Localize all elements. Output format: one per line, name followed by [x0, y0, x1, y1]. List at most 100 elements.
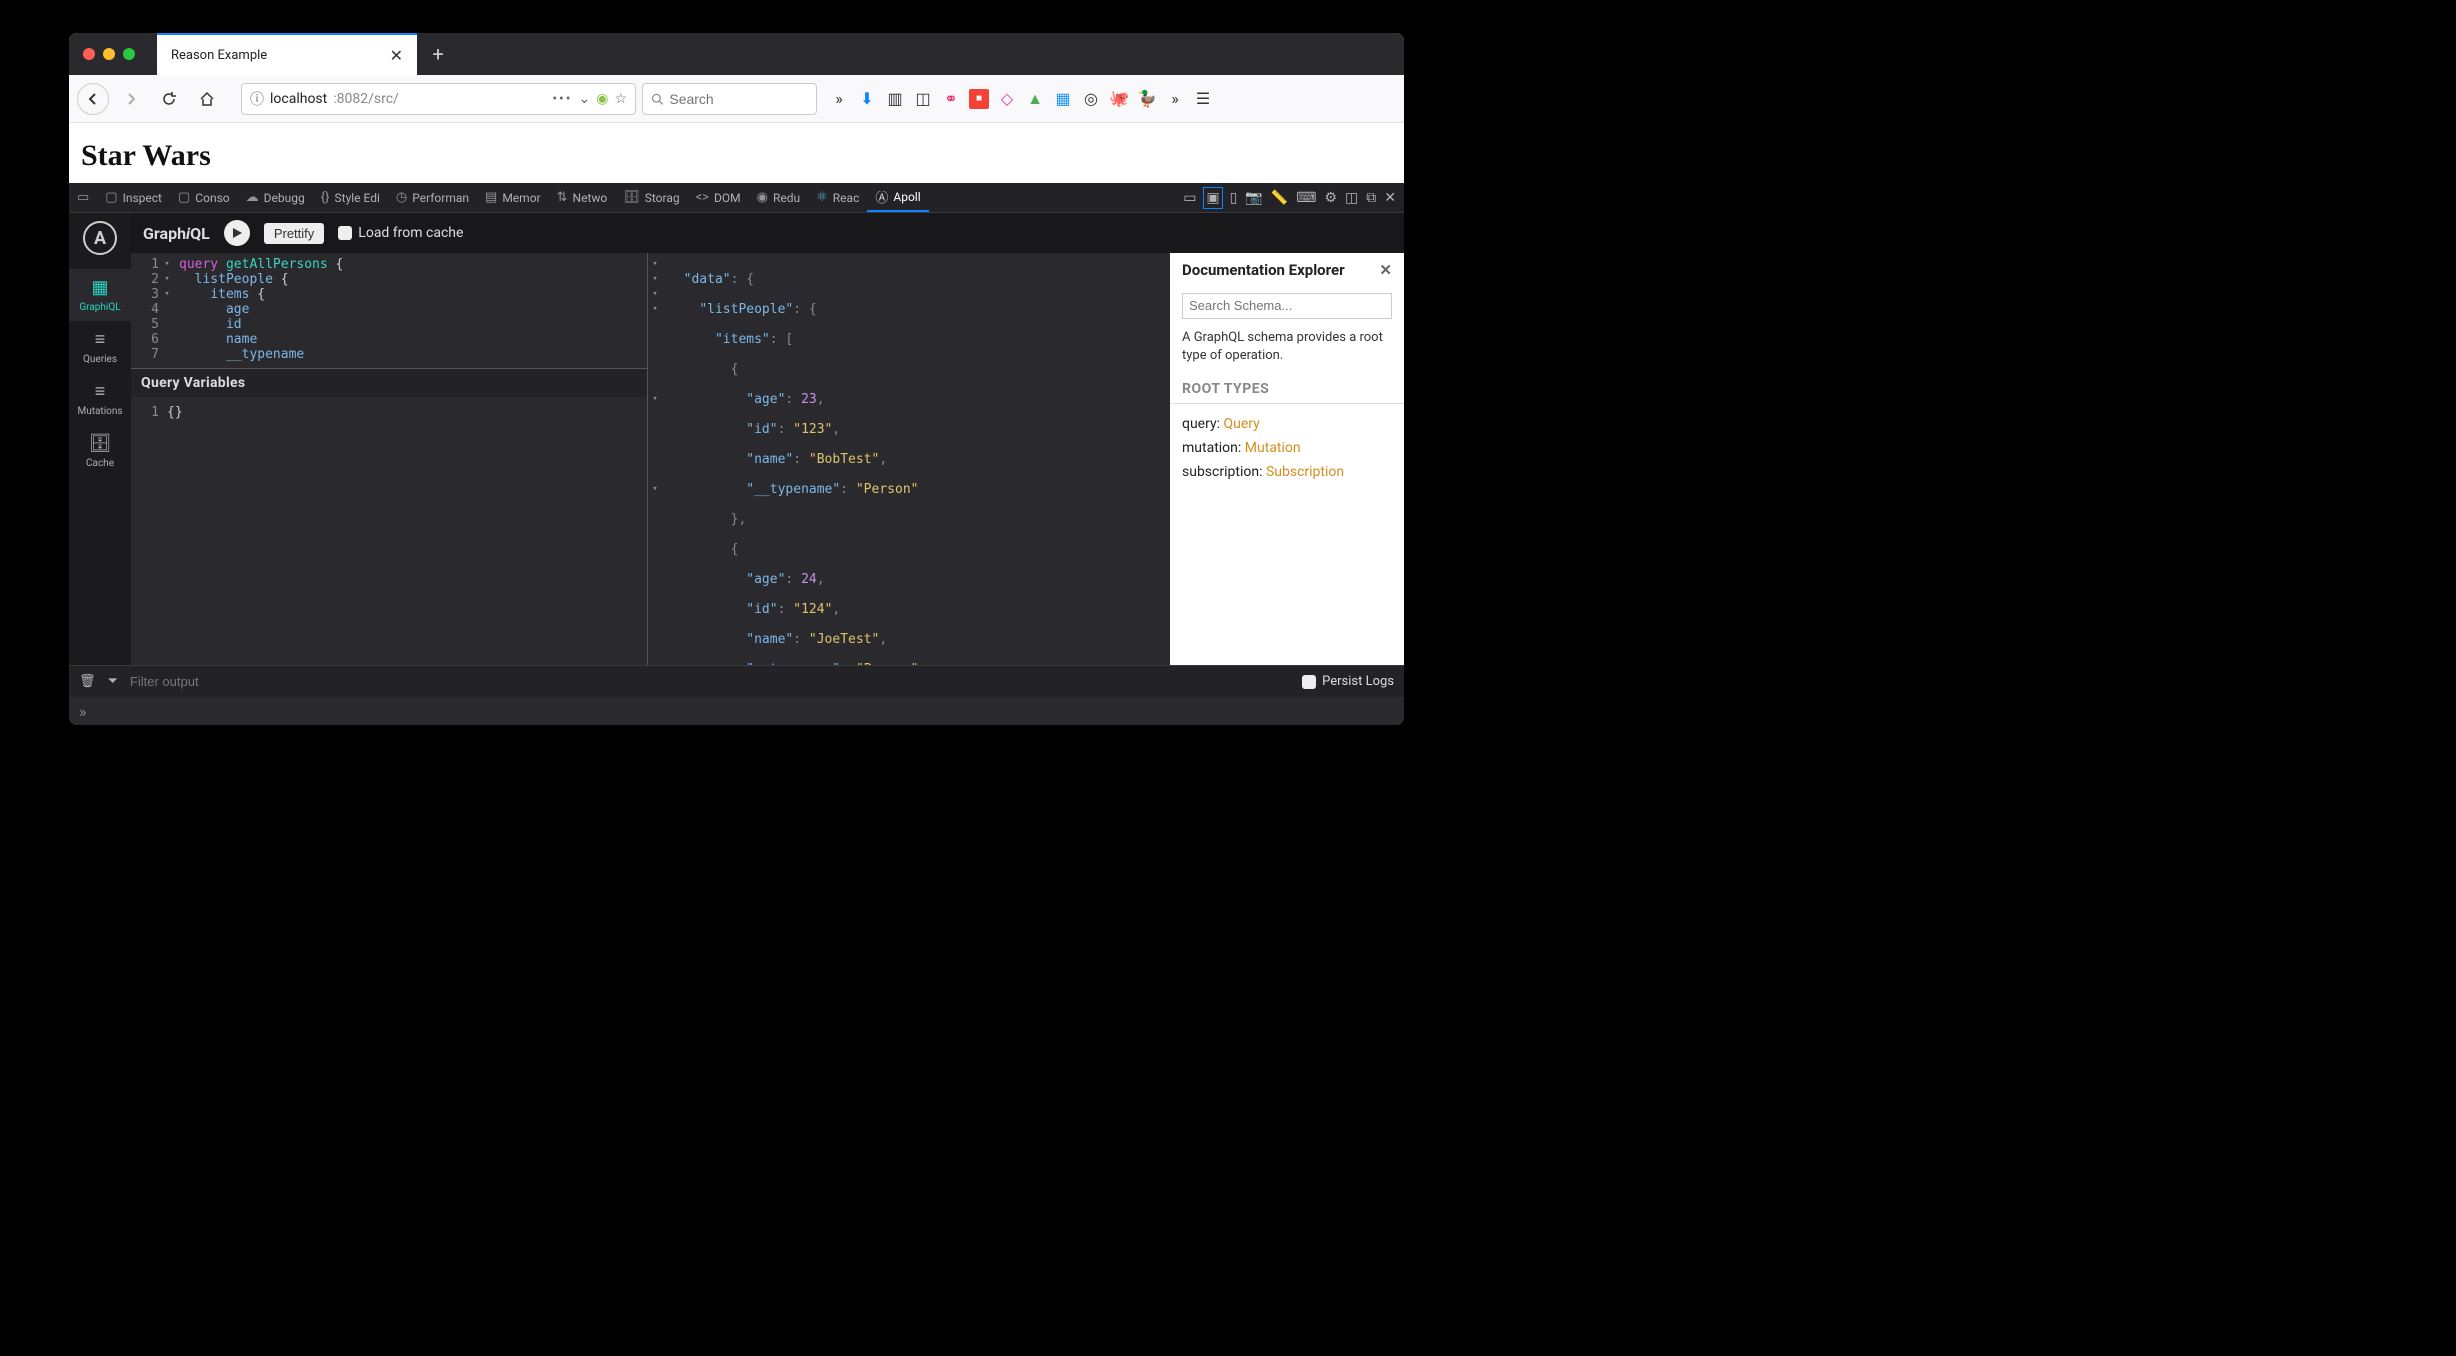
pick-element-icon[interactable]: ▭ — [69, 183, 97, 212]
load-from-cache-toggle[interactable]: Load from cache — [338, 225, 463, 241]
bookmark-star-icon[interactable]: ☆ — [614, 91, 627, 107]
devtools-tab-performance[interactable]: ◷Performan — [388, 183, 477, 212]
devtools-tab-apollo[interactable]: ⒶApoll — [867, 183, 928, 212]
maximize-window-button[interactable] — [123, 48, 135, 60]
fold-gutter: ▾▾▾ — [161, 253, 173, 368]
persist-logs-checkbox[interactable] — [1302, 675, 1316, 689]
url-host: localhost — [270, 91, 327, 107]
popout-icon[interactable]: ⧉ — [1366, 190, 1376, 206]
hamburger-menu-icon[interactable]: ☰ — [1193, 89, 1213, 109]
devtools-tab-row: ▭ ▢Inspect ▢Conso ☁Debugg {}Style Edi ◷P… — [69, 183, 1404, 213]
download-icon[interactable]: ⬇ — [857, 89, 877, 109]
clear-icon[interactable]: 🗑 — [79, 674, 96, 689]
reload-button[interactable] — [153, 83, 185, 115]
url-bar[interactable]: ⓘ localhost:8082/src/ ••• ⌄ ◉ ☆ — [241, 83, 636, 115]
keyboard-icon[interactable]: ⌨ — [1296, 190, 1316, 206]
result-fold-gutter: ▾▾▾▾ ▾ ▾ — [648, 253, 662, 665]
browser-window: Reason Example ✕ + ⓘ localhost:8082/src/… — [69, 33, 1404, 725]
ext6-icon[interactable]: 🐙 — [1109, 89, 1129, 109]
devtools-tab-dom[interactable]: <>DOM — [688, 183, 749, 212]
ruler-icon[interactable]: 📏 — [1271, 190, 1288, 206]
close-tab-icon[interactable]: ✕ — [390, 46, 403, 65]
home-button[interactable] — [191, 83, 223, 115]
devtools-toolbar-right: ▭ ▣ ▯ 📷 📏 ⌨ ⚙ ◫ ⧉ ✕ — [1183, 188, 1404, 208]
ext7-icon[interactable]: 🦆 — [1137, 89, 1157, 109]
ext3-icon[interactable]: ▲ — [1025, 89, 1045, 109]
devtools-tab-style[interactable]: {}Style Edi — [313, 183, 388, 212]
result-panel[interactable]: ▾▾▾▾ ▾ ▾ "data": { "listPeople": { "item… — [648, 253, 1170, 665]
code-body[interactable]: query getAllPersons { listPeople { items… — [173, 253, 349, 368]
screenshot-icon[interactable]: 📷 — [1245, 190, 1262, 206]
back-button[interactable] — [77, 83, 109, 115]
ext4-icon[interactable]: ▦ — [1053, 89, 1073, 109]
devtools-tab-console[interactable]: ▢Conso — [170, 183, 238, 212]
sidebar-item-graphiql[interactable]: ▦ GraphiQL — [69, 269, 131, 321]
sidebar-item-cache[interactable]: 🗄 Cache — [69, 425, 131, 477]
query-variables-header[interactable]: Query Variables — [131, 369, 647, 397]
doc-explorer-header: Documentation Explorer ✕ — [1170, 253, 1404, 287]
forward-button[interactable] — [115, 83, 147, 115]
devtools-tab-react[interactable]: ⚛Reac — [808, 183, 867, 212]
rwd-icon[interactable]: ▭ — [1183, 190, 1196, 206]
new-tab-button[interactable]: + — [417, 33, 459, 75]
settings-icon[interactable]: ⚙ — [1324, 190, 1337, 206]
search-bar[interactable] — [642, 83, 817, 115]
root-type-subscription[interactable]: subscription: Subscription — [1170, 460, 1404, 484]
schema-search[interactable] — [1182, 293, 1392, 319]
pocket-icon[interactable]: ⌄ — [578, 91, 590, 107]
filter-output-input[interactable] — [130, 674, 330, 689]
devtools-tab-debugger[interactable]: ☁Debugg — [238, 183, 313, 212]
query-variables-editor[interactable]: 1 {} — [131, 397, 647, 665]
apollo-ext-icon[interactable]: ◇ — [997, 89, 1017, 109]
close-devtools-icon[interactable]: ✕ — [1384, 190, 1396, 206]
dock-side-icon[interactable]: ◫ — [1345, 190, 1358, 206]
page-body: Star Wars — [69, 123, 1404, 183]
devtools-tab-memory[interactable]: ▤Memor — [477, 183, 549, 212]
doc-schema-description: A GraphQL schema provides a root type of… — [1170, 325, 1404, 369]
root-type-query[interactable]: query: Query — [1170, 412, 1404, 436]
library-icon[interactable]: ▥ — [885, 89, 905, 109]
persist-logs-toggle[interactable]: Persist Logs — [1302, 674, 1394, 689]
ext1-icon[interactable]: ⚭ — [941, 89, 961, 109]
root-type-mutation[interactable]: mutation: Mutation — [1170, 436, 1404, 460]
prettify-button[interactable]: Prettify — [264, 223, 324, 244]
console-caret-icon: » — [79, 702, 87, 721]
filter-icon[interactable]: ⏷ — [108, 674, 118, 689]
execute-query-button[interactable] — [224, 220, 250, 246]
devtools-tab-storage[interactable]: 🗄Storag — [615, 183, 687, 212]
close-window-button[interactable] — [83, 48, 95, 60]
phone-icon[interactable]: ▯ — [1230, 190, 1238, 206]
queries-icon: ≡ — [95, 329, 106, 350]
sidebar-item-mutations[interactable]: ≡ Mutations — [69, 373, 131, 425]
close-doc-explorer-icon[interactable]: ✕ — [1379, 261, 1392, 279]
graphiql-logo: GraphiQL — [143, 224, 210, 243]
documentation-explorer: Documentation Explorer ✕ A GraphQL schem… — [1170, 253, 1404, 665]
graphiql-icon: ▦ — [91, 277, 108, 298]
savanta-icon[interactable]: ◉ — [596, 91, 608, 107]
apollo-logo-icon: A — [83, 221, 117, 255]
traffic-lights — [69, 48, 149, 60]
browser-tab[interactable]: Reason Example ✕ — [157, 33, 417, 75]
page-heading: Star Wars — [81, 139, 1392, 173]
apollo-sidebar: A ▦ GraphiQL ≡ Queries ≡ Mutations 🗄 — [69, 213, 131, 665]
ext5-icon[interactable]: ◎ — [1081, 89, 1101, 109]
info-icon[interactable]: ⓘ — [250, 89, 264, 109]
overflow2-icon[interactable]: » — [1165, 89, 1185, 109]
devtools-tab-inspector[interactable]: ▢Inspect — [97, 183, 170, 212]
devtools-console-prompt[interactable]: » — [69, 697, 1404, 725]
devtools-tab-network[interactable]: ⇅Netwo — [549, 183, 616, 212]
frame-select-icon[interactable]: ▣ — [1204, 188, 1221, 208]
sidebar-icon[interactable]: ◫ — [913, 89, 933, 109]
minimize-window-button[interactable] — [103, 48, 115, 60]
schema-search-input[interactable] — [1189, 298, 1385, 313]
query-editor[interactable]: 1 2 3 4 5 6 7 ▾▾▾ — [131, 253, 647, 369]
load-cache-checkbox[interactable] — [338, 226, 352, 240]
ext2-icon[interactable]: ■ — [969, 89, 989, 109]
devtools-tab-redux[interactable]: ◉Redu — [749, 183, 808, 212]
sidebar-item-queries[interactable]: ≡ Queries — [69, 321, 131, 373]
tab-title: Reason Example — [171, 48, 267, 63]
overflow-icon[interactable]: » — [829, 89, 849, 109]
root-types-heading: ROOT TYPES — [1170, 369, 1404, 404]
page-actions-icon[interactable]: ••• — [552, 91, 572, 107]
search-input[interactable] — [669, 91, 808, 107]
